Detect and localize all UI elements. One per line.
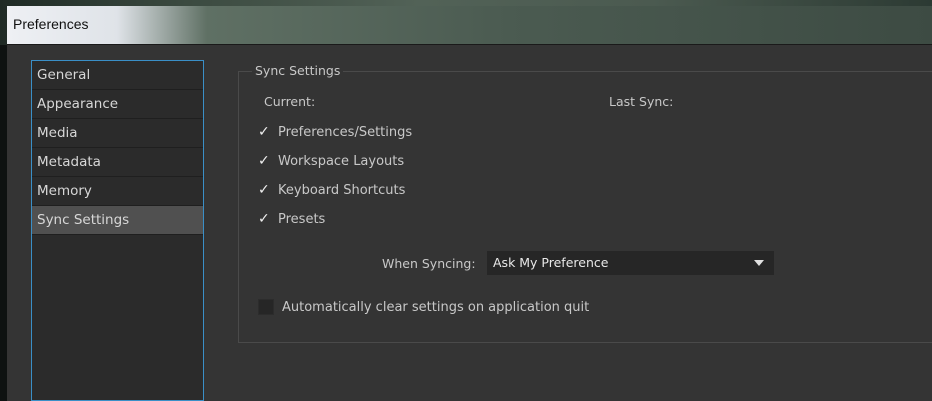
last-sync-label: Last Sync:: [609, 94, 674, 109]
dropdown-value: Ask My Preference: [493, 255, 609, 270]
preferences-category-list[interactable]: General Appearance Media Metadata Memory…: [31, 60, 204, 401]
sidebar-item-media[interactable]: Media: [32, 119, 203, 148]
when-syncing-dropdown[interactable]: Ask My Preference: [487, 251, 774, 275]
option-workspace-layouts[interactable]: ✓ Workspace Layouts: [258, 151, 404, 171]
option-label: Presets: [278, 211, 326, 227]
auto-clear-checkbox[interactable]: [258, 299, 274, 315]
option-label: Keyboard Shortcuts: [278, 182, 406, 198]
sidebar-item-appearance[interactable]: Appearance: [32, 90, 203, 119]
window-title: Preferences: [13, 16, 89, 32]
group-title: Sync Settings: [252, 63, 344, 78]
sidebar-item-metadata[interactable]: Metadata: [32, 148, 203, 177]
sidebar-item-memory[interactable]: Memory: [32, 177, 203, 206]
option-presets[interactable]: ✓ Presets: [258, 209, 325, 229]
option-label: Workspace Layouts: [278, 153, 405, 169]
option-preferences-settings[interactable]: ✓ Preferences/Settings: [258, 122, 412, 142]
auto-clear-option[interactable]: Automatically clear settings on applicat…: [258, 299, 589, 315]
current-label: Current:: [264, 94, 316, 109]
checkmark-icon[interactable]: ✓: [258, 211, 274, 227]
title-bar[interactable]: Preferences: [7, 6, 932, 45]
auto-clear-label: Automatically clear settings on applicat…: [282, 299, 590, 315]
option-label: Preferences/Settings: [278, 124, 413, 140]
when-syncing-label: When Syncing:: [382, 256, 476, 271]
sidebar-item-sync-settings[interactable]: Sync Settings: [32, 206, 203, 235]
sidebar-item-general[interactable]: General: [32, 61, 203, 90]
checkmark-icon[interactable]: ✓: [258, 182, 274, 198]
chevron-down-icon[interactable]: [754, 260, 764, 266]
checkmark-icon[interactable]: ✓: [258, 153, 274, 169]
checkmark-icon[interactable]: ✓: [258, 124, 274, 140]
option-keyboard-shortcuts[interactable]: ✓ Keyboard Shortcuts: [258, 180, 405, 200]
